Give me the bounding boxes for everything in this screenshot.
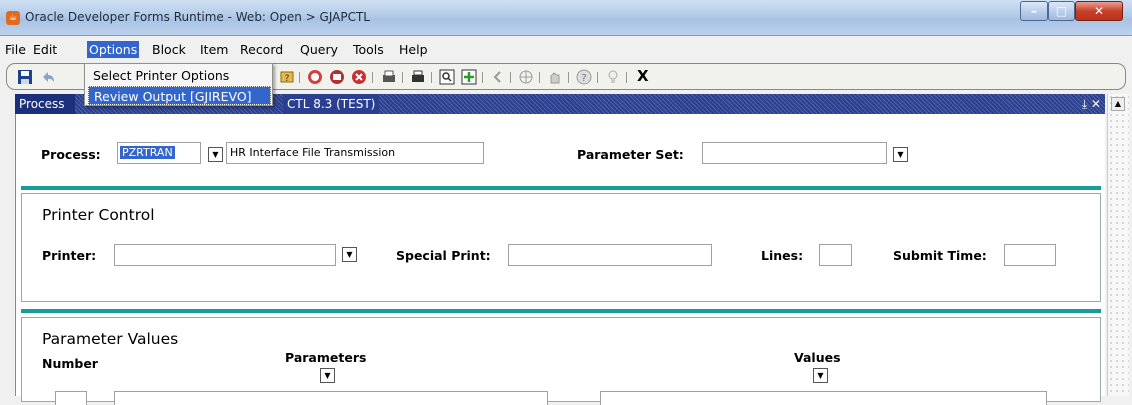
parameters-dropdown-icon[interactable]: ▼ [320,368,335,383]
parameter-set-dropdown-icon[interactable]: ▼ [893,147,908,162]
lightbulb-icon[interactable] [605,69,621,85]
minimize-button[interactable]: – [1020,1,1048,21]
parameter-field[interactable] [114,391,548,405]
form-canvas: Process: PZRTRAN ▼ HR Interface File Tra… [15,114,1105,405]
parameter-values-section: Parameter Values Number Parameters ▼ Val… [21,317,1101,405]
values-dropdown-icon[interactable]: ▼ [813,368,828,383]
exit-button[interactable]: X [637,67,649,85]
maximize-button[interactable]: □ [1048,1,1075,21]
parameters-column-header: Parameters [285,350,367,365]
special-print-label: Special Print: [396,248,491,263]
help-icon[interactable]: ? [576,69,592,85]
parameter-set-field[interactable] [702,142,887,164]
undo-icon[interactable] [40,69,56,85]
menu-options[interactable]: Options [87,41,140,58]
menu-query[interactable]: Query [298,41,340,58]
process-dropdown-icon[interactable]: ▼ [208,147,223,162]
menu-bar: File Edit Options Block Item Record Quer… [0,38,1132,60]
printer-dropdown-icon[interactable]: ▼ [342,247,357,262]
print-icon[interactable] [410,69,426,85]
rollback-icon[interactable]: ? [279,69,295,85]
window-titlebar: ☕ Oracle Developer Forms Runtime - Web: … [0,0,1132,36]
close-button[interactable]: ✕ [1075,1,1123,21]
scroll-up-icon[interactable]: ▲ [1111,97,1125,111]
process-description-field: HR Interface File Transmission [226,142,484,164]
printer-control-section: Printer Control Printer: ▼ Special Print… [21,193,1101,302]
printer-label: Printer: [42,248,97,263]
printer-field[interactable] [114,244,336,266]
divider [21,309,1101,313]
insert-record-icon[interactable] [307,69,323,85]
process-code-field[interactable]: PZRTRAN [117,142,201,164]
printer-control-title: Printer Control [42,206,155,224]
number-field[interactable] [55,391,87,405]
parameter-set-label: Parameter Set: [577,147,684,162]
process-label: Process: [41,147,101,162]
process-code-value: PZRTRAN [120,146,175,159]
vertical-scrollbar[interactable]: ▲ [1107,94,1129,396]
lines-field[interactable] [819,244,852,266]
value-field[interactable] [600,391,1047,405]
lines-label: Lines: [761,248,804,263]
menu-help[interactable]: Help [397,41,430,58]
next-block-icon[interactable] [518,69,534,85]
window-title: Oracle Developer Forms Runtime - Web: Op… [25,10,370,24]
inner-window-title-suffix: CTL 8.3 (TEST) [283,94,380,114]
hand-icon[interactable] [547,69,563,85]
print-preview-icon[interactable] [381,69,397,85]
java-icon: ☕ [6,11,20,25]
number-column-header: Number [42,356,98,371]
submit-time-label: Submit Time: [893,248,987,263]
menu-review-output[interactable]: Review Output [GJIREVO] [88,86,271,105]
options-dropdown-menu: Select Printer Options Review Output [GJ… [84,63,273,106]
menu-select-printer-options[interactable]: Select Printer Options [88,66,271,85]
submit-time-field[interactable] [1004,244,1056,266]
inner-window-controls[interactable]: ⤓ ✕ [1082,94,1101,114]
search-icon[interactable] [439,69,455,85]
menu-tools[interactable]: Tools [351,41,386,58]
add-icon[interactable] [461,69,477,85]
special-print-field[interactable] [508,244,712,266]
menu-item[interactable]: Item [198,41,230,58]
svg-text:?: ? [285,74,290,84]
values-column-header: Values [794,350,841,365]
menu-edit[interactable]: Edit [31,41,59,58]
divider [21,186,1101,190]
inner-window-title: Process [15,94,75,114]
menu-block[interactable]: Block [150,41,188,58]
previous-block-icon[interactable] [490,69,506,85]
save-icon[interactable] [17,69,33,85]
parameter-values-title: Parameter Values [42,330,179,348]
menu-file[interactable]: File [3,41,28,58]
record-icon[interactable] [329,69,345,85]
svg-text:?: ? [581,73,586,84]
menu-record[interactable]: Record [238,41,285,58]
delete-record-icon[interactable] [351,69,367,85]
